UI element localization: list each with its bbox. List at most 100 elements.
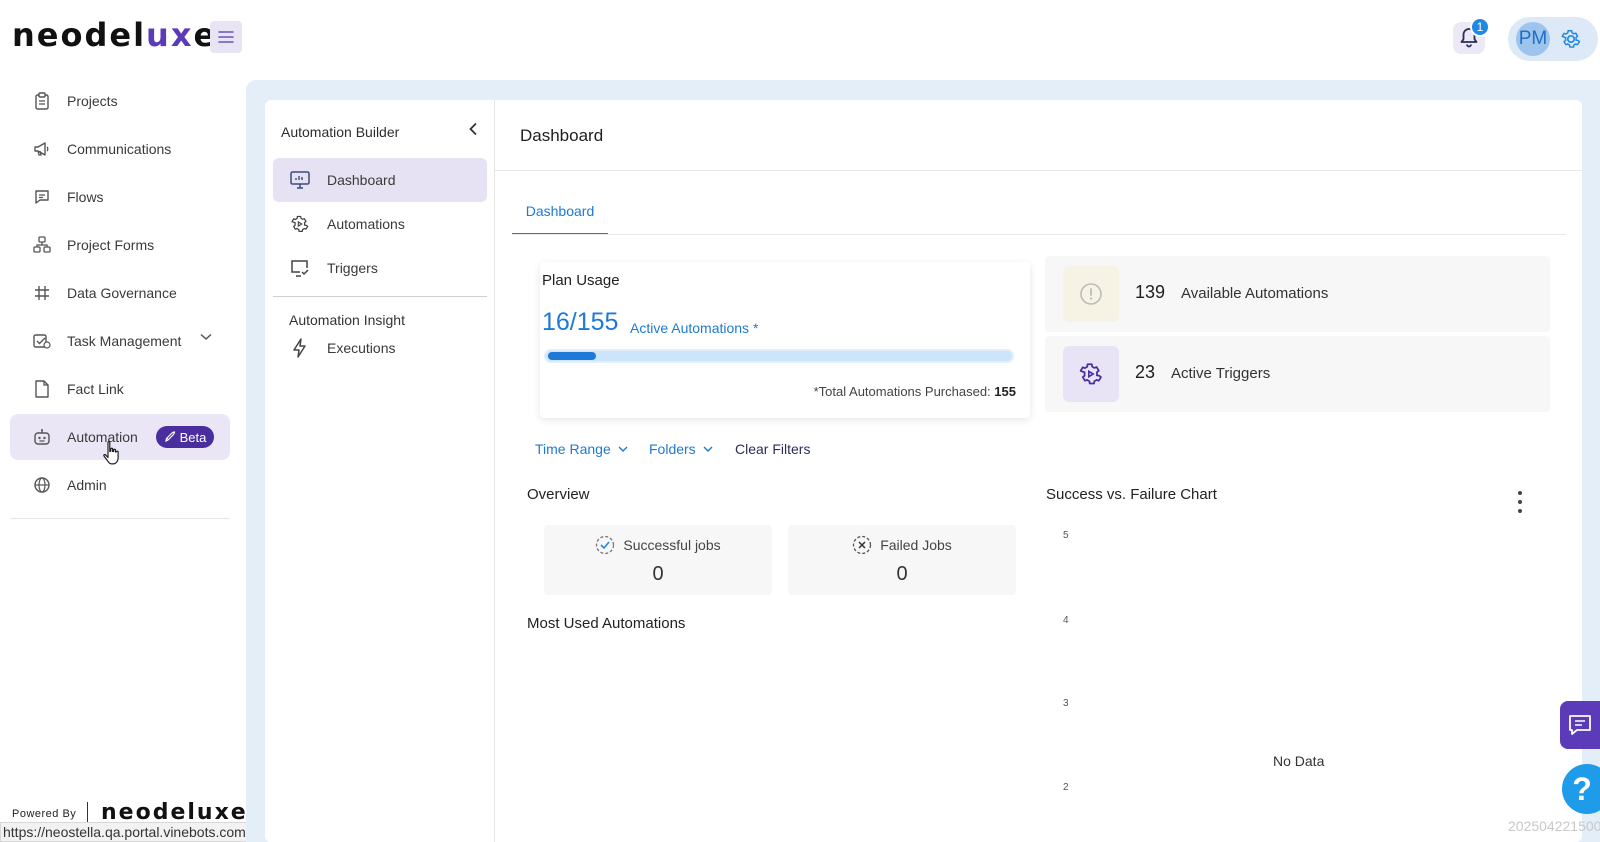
available-automations-value: 139 xyxy=(1135,282,1166,302)
time-range-filter[interactable]: Time Range xyxy=(535,441,629,457)
y-tick-3: 3 xyxy=(1063,698,1069,709)
y-tick-2: 2 xyxy=(1063,782,1069,793)
gear-play-icon xyxy=(1063,346,1119,402)
sidebar-item-label: Communications xyxy=(67,141,172,157)
flow-icon xyxy=(32,235,52,255)
subnav-item-executions[interactable]: Executions xyxy=(273,326,487,370)
sidebar-item-task-management[interactable]: Task Management xyxy=(10,318,230,364)
subnav-divider xyxy=(273,296,487,297)
subnav-item-dashboard[interactable]: Dashboard xyxy=(273,158,487,202)
y-tick-5: 5 xyxy=(1063,530,1069,541)
subnav-title: Automation Builder xyxy=(281,124,400,140)
top-bar: neodeluxeTM 1 PM xyxy=(0,0,1600,78)
sidebar-item-projects[interactable]: Projects xyxy=(10,78,230,124)
globe-icon xyxy=(32,475,52,495)
sidebar-item-label: Project Forms xyxy=(67,237,155,253)
successful-jobs-value: 0 xyxy=(652,563,664,585)
sidebar-item-label: Fact Link xyxy=(67,381,124,397)
chevron-left-icon[interactable] xyxy=(468,122,478,136)
notification-count-badge: 1 xyxy=(1470,17,1490,37)
subnav-item-label: Executions xyxy=(327,340,396,356)
plan-usage-label: Active Automations * xyxy=(630,320,759,336)
subnav-item-label: Triggers xyxy=(327,260,378,276)
sidebar-item-data-governance[interactable]: Data Governance xyxy=(10,270,230,316)
robot-icon xyxy=(32,427,52,447)
clear-filters-button[interactable]: Clear Filters xyxy=(735,441,810,457)
lightning-icon xyxy=(289,337,311,359)
sidebar-item-communications[interactable]: Communications xyxy=(10,126,230,172)
gear-icon xyxy=(1561,30,1581,48)
chevron-down-icon xyxy=(618,446,628,452)
hamburger-icon xyxy=(218,31,234,43)
chart-no-data: No Data xyxy=(1273,753,1325,769)
sidebar-item-fact-link[interactable]: Fact Link xyxy=(10,366,230,412)
plan-usage-progress-fill xyxy=(548,352,596,360)
successful-jobs-card: Successful jobs 0 xyxy=(544,525,772,595)
available-automations-card: 139 Available Automations xyxy=(1045,256,1550,332)
avatar[interactable]: PM xyxy=(1516,22,1550,56)
monitor-icon xyxy=(289,169,311,191)
sidebar-item-label: Flows xyxy=(67,189,104,205)
powered-by-divider xyxy=(87,802,88,822)
subnav-item-label: Automations xyxy=(327,216,405,232)
sidebar-item-project-forms[interactable]: Project Forms xyxy=(10,222,230,268)
timestamp-watermark: 202504221500 xyxy=(1508,818,1600,834)
active-triggers-value: 23 xyxy=(1135,362,1156,382)
grid-icon xyxy=(32,283,52,303)
successful-jobs-label: Successful jobs xyxy=(623,537,721,553)
document-icon xyxy=(32,379,52,399)
subnav-item-triggers[interactable]: Triggers xyxy=(273,246,487,290)
chat-button[interactable] xyxy=(1560,701,1600,749)
sidebar-item-label: Projects xyxy=(67,93,118,109)
megaphone-icon xyxy=(32,139,52,159)
menu-toggle-button[interactable] xyxy=(210,21,242,53)
y-tick-4: 4 xyxy=(1063,615,1069,626)
overview-title: Overview xyxy=(527,486,590,503)
rocket-icon xyxy=(164,431,175,443)
plan-usage-progress xyxy=(544,349,1014,363)
tab-dashboard[interactable]: Dashboard xyxy=(512,197,608,235)
sidebar-divider xyxy=(10,518,230,519)
plan-usage-title: Plan Usage xyxy=(542,272,620,289)
chat-bubble-icon xyxy=(32,187,52,207)
sidebar-item-label: Admin xyxy=(67,477,107,493)
failed-jobs-label: Failed Jobs xyxy=(880,537,952,553)
beta-badge: Beta xyxy=(156,426,214,448)
brand-logo[interactable]: neodeluxeTM xyxy=(12,16,229,54)
subnav-item-automations[interactable]: Automations xyxy=(273,202,487,246)
powered-by-label: Powered By xyxy=(12,808,77,820)
subnav-item-label: Dashboard xyxy=(327,172,396,188)
sidebar-item-admin[interactable]: Admin xyxy=(10,462,230,508)
chevron-down-icon xyxy=(703,446,713,452)
alert-circle-icon xyxy=(1063,266,1119,322)
hand-cursor-icon xyxy=(103,441,119,465)
chart-menu-icon[interactable] xyxy=(1516,491,1524,513)
automation-subnav: Automation Builder Dashboard Automations… xyxy=(265,100,495,842)
most-used-automations-title: Most Used Automations xyxy=(527,615,686,632)
sidebar-item-label: Task Management xyxy=(67,333,182,349)
page-title: Dashboard xyxy=(520,126,604,145)
folders-filter[interactable]: Folders xyxy=(649,441,714,457)
active-triggers-label: Active Triggers xyxy=(1171,365,1271,382)
sidebar-item-flows[interactable]: Flows xyxy=(10,174,230,220)
task-icon xyxy=(32,331,52,351)
available-automations-label: Available Automations xyxy=(1181,285,1329,302)
sidebar-item-label: Data Governance xyxy=(67,285,177,301)
settings-button[interactable] xyxy=(1558,26,1584,52)
plan-total: *Total Automations Purchased: 155 xyxy=(813,384,1016,399)
screen-check-icon xyxy=(289,257,311,279)
chevron-down-icon xyxy=(200,333,212,341)
chat-icon xyxy=(1569,715,1591,735)
gear-play-icon xyxy=(289,213,311,235)
x-circle-icon xyxy=(853,535,872,555)
failed-jobs-value: 0 xyxy=(896,563,908,585)
tabs-underline xyxy=(512,234,1566,235)
clipboard-icon xyxy=(32,91,52,111)
active-triggers-card: 23 Active Triggers xyxy=(1045,336,1550,412)
question-icon: ? xyxy=(1572,770,1592,807)
chart-title: Success vs. Failure Chart xyxy=(1046,486,1217,503)
plan-usage-count: 16/155 xyxy=(542,308,619,336)
failed-jobs-card: Failed Jobs 0 xyxy=(788,525,1016,595)
title-divider xyxy=(495,170,1582,171)
plan-usage-card: Plan Usage 16/155 Active Automations * *… xyxy=(540,262,1030,418)
